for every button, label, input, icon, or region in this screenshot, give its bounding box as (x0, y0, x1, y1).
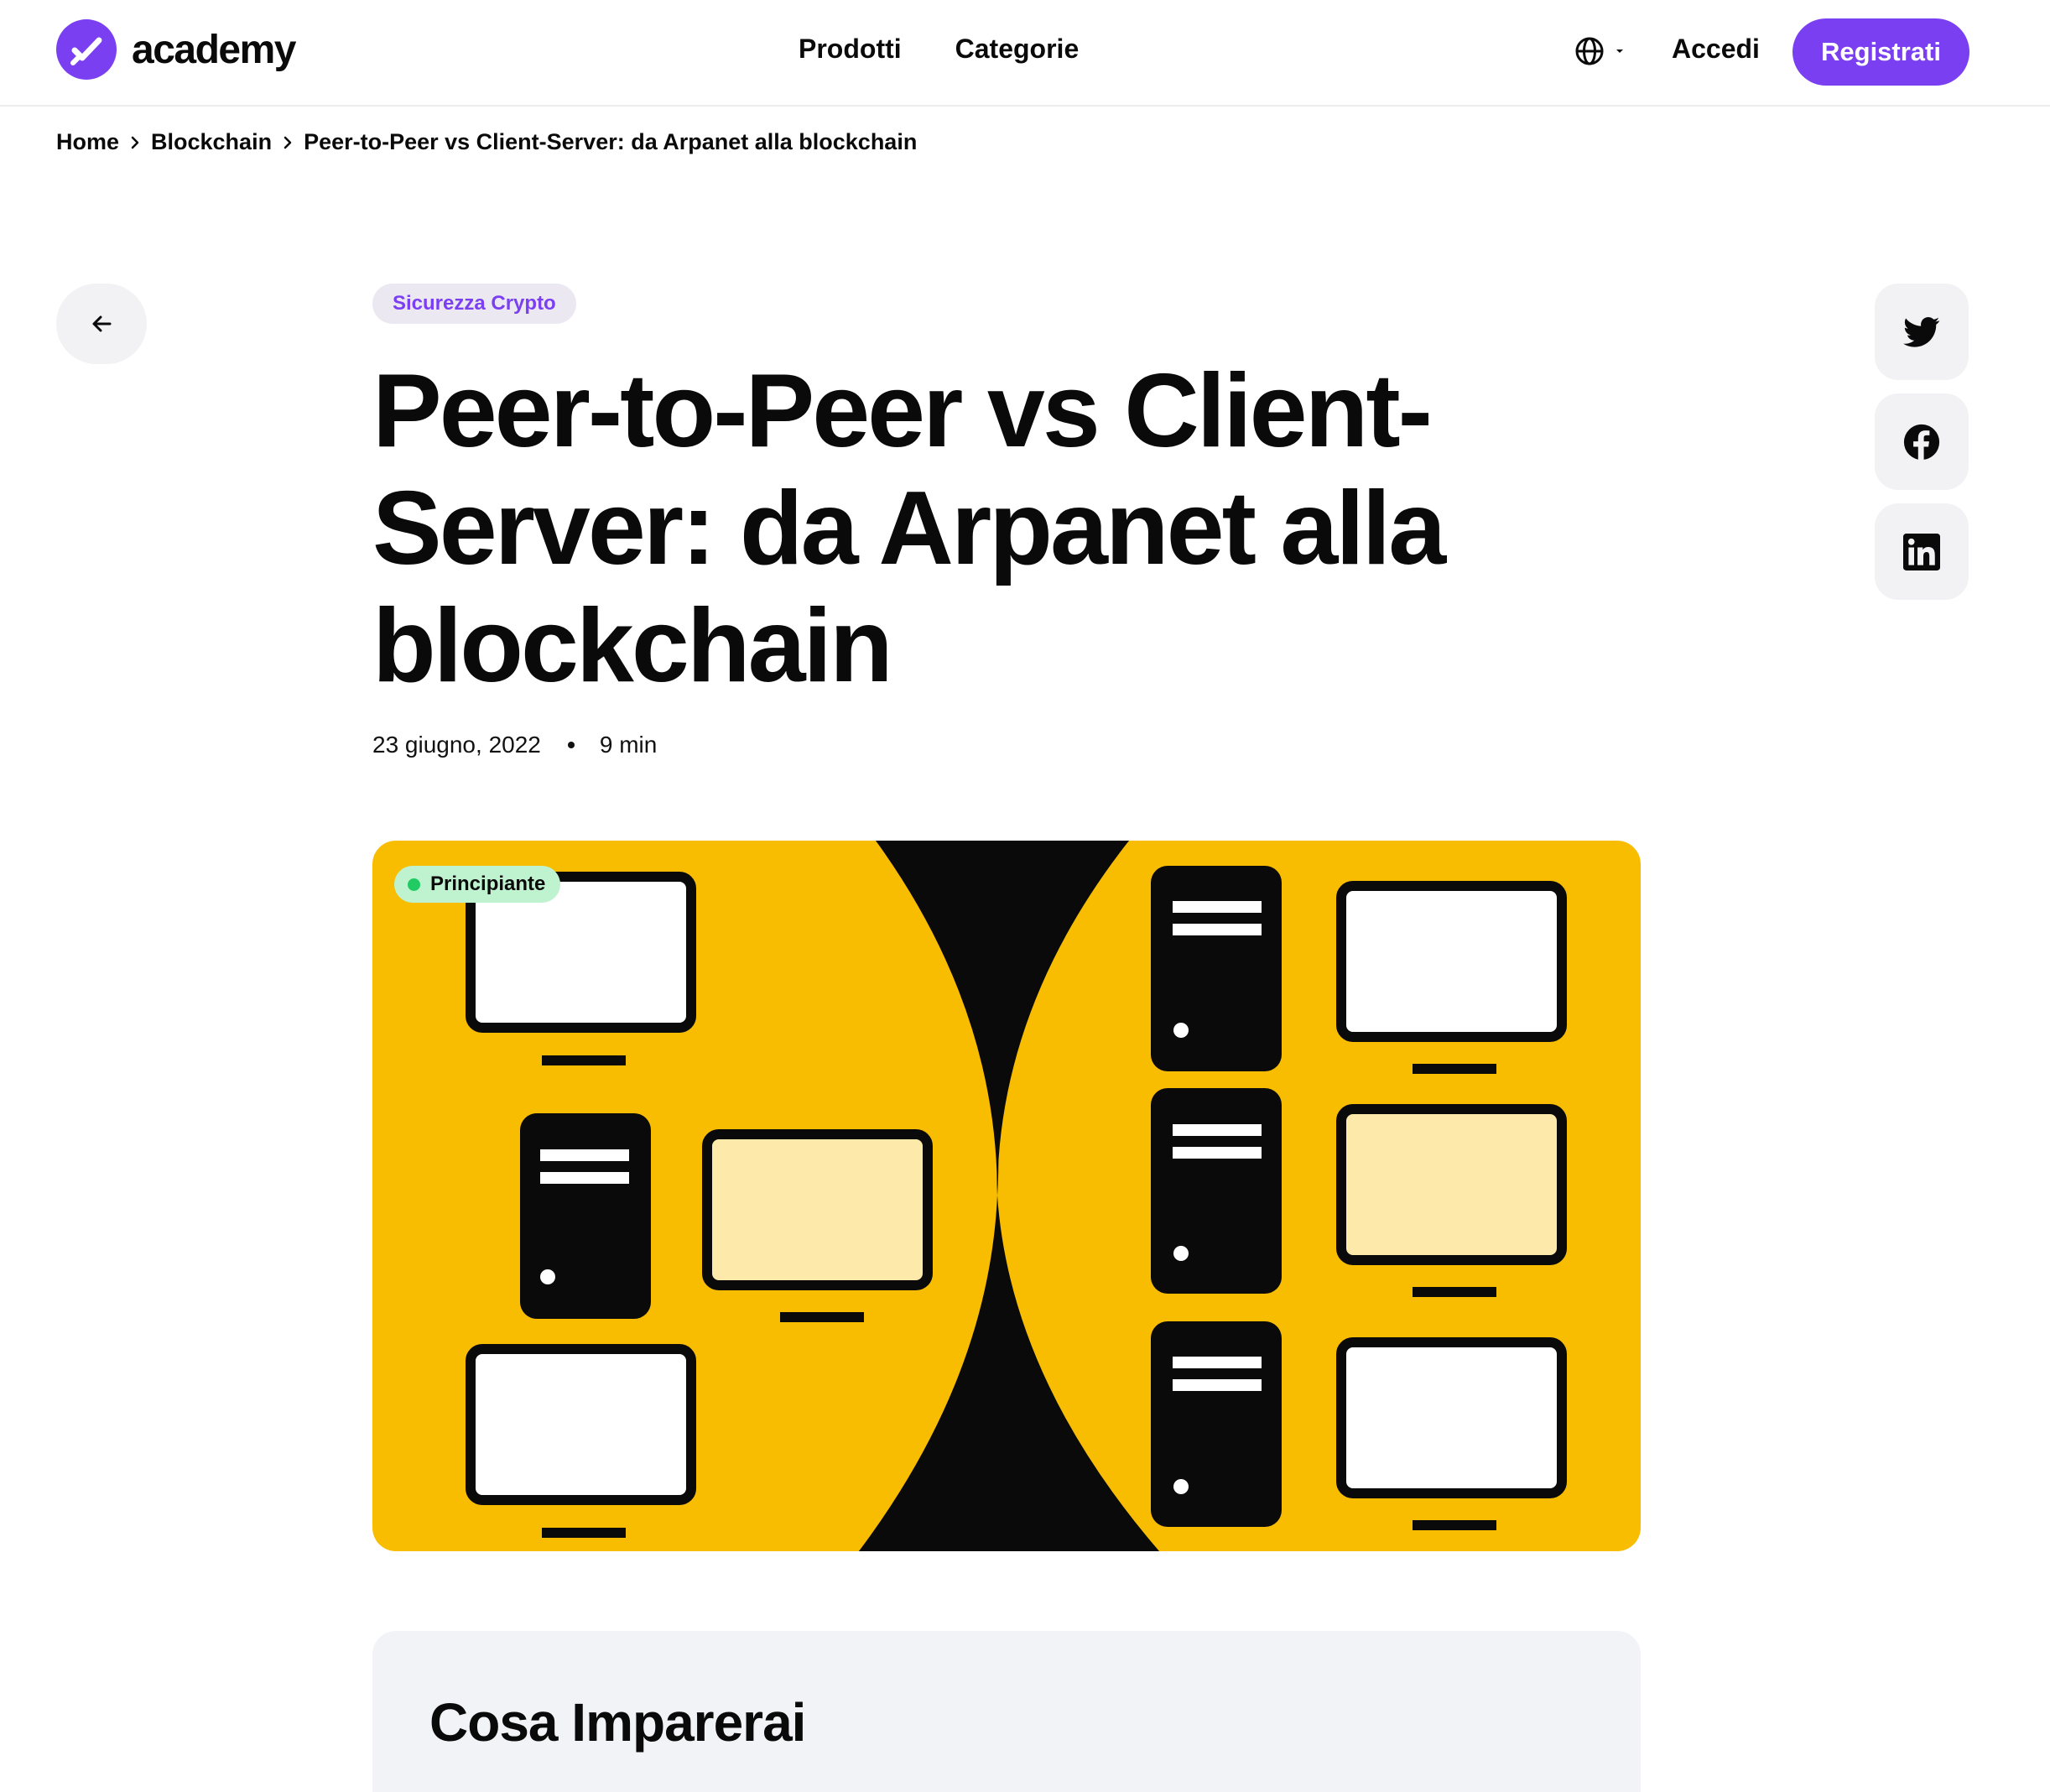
hero-image: Principiante (372, 841, 1641, 1551)
facebook-icon (1903, 424, 1940, 461)
level-badge: Principiante (394, 866, 561, 903)
login-link[interactable]: Accedi (1672, 34, 1760, 65)
language-selector[interactable] (1574, 35, 1626, 67)
learn-section: Cosa Imparerai (372, 1631, 1641, 1792)
nav-products[interactable]: Prodotti (799, 34, 902, 65)
breadcrumb-current: Peer-to-Peer vs Client-Server: da Arpane… (304, 129, 918, 154)
article-title: Peer-to-Peer vs Client-Server: da Arpane… (372, 353, 1446, 704)
level-dot-icon (408, 878, 420, 891)
breadcrumb: Home Blockchain Peer-to-Peer vs Client-S… (56, 129, 917, 155)
level-label: Principiante (430, 873, 546, 895)
site-header: academy Prodotti Categorie Accedi Regist… (0, 0, 2050, 107)
nav-categories[interactable]: Categorie (955, 34, 1080, 65)
arrow-left-icon (92, 315, 112, 332)
linkedin-icon (1903, 533, 1940, 570)
share-linkedin-button[interactable] (1875, 503, 1969, 600)
category-tag[interactable]: Sicurezza Crypto (372, 284, 576, 324)
signup-button[interactable]: Registrati (1792, 18, 1969, 86)
logo[interactable]: academy (56, 19, 296, 80)
twitter-icon (1903, 316, 1940, 347)
share-facebook-button[interactable] (1875, 393, 1969, 490)
breadcrumb-home[interactable]: Home (56, 129, 119, 155)
logo-text: academy (132, 27, 296, 72)
caret-down-icon (1616, 49, 1623, 53)
globe-icon (1575, 37, 1604, 65)
article-meta: 23 giugno, 2022 9 min (372, 732, 657, 758)
learn-section-title: Cosa Imparerai (429, 1692, 806, 1753)
main-nav: Prodotti Categorie (799, 34, 1079, 65)
share-twitter-button[interactable] (1875, 284, 1969, 380)
meta-separator (567, 742, 575, 748)
peer-to-peer-vs-client-server-illustration (466, 841, 1567, 1551)
read-time: 9 min (599, 732, 658, 758)
chevron-right-icon (129, 134, 141, 151)
breadcrumb-blockchain[interactable]: Blockchain (151, 129, 272, 155)
logo-check-icon (56, 19, 117, 80)
back-button[interactable] (56, 284, 147, 364)
chevron-right-icon (282, 134, 294, 151)
article-date: 23 giugno, 2022 (372, 732, 541, 758)
